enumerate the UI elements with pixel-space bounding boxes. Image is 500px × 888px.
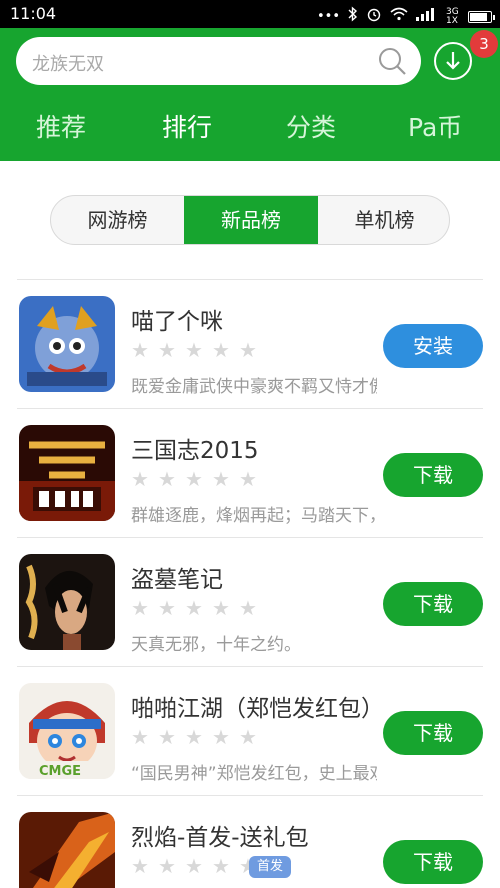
tab-ranking[interactable]: 排行: [162, 108, 212, 144]
rating-stars: ★ ★ ★ ★ ★: [131, 597, 261, 619]
segment-online-games[interactable]: 网游榜: [51, 196, 184, 244]
app-description: 既爱金庸武侠中豪爽不羁又恃才傲物的...: [131, 377, 377, 397]
segment-new-games[interactable]: 新品榜: [184, 196, 318, 244]
star-icon: ★: [185, 854, 203, 878]
star-icon: ★: [239, 596, 257, 620]
star-icon: ★: [239, 467, 257, 491]
download-button[interactable]: 下载: [383, 840, 483, 884]
download-button[interactable]: 下载: [383, 711, 483, 755]
list-item[interactable]: 烈焰-首发-送礼包 ★ ★ ★ ★ ★ 首发 下载: [17, 795, 483, 888]
install-button[interactable]: 安装: [383, 324, 483, 368]
app-name: 三国志2015: [131, 438, 259, 464]
status-icons: ••• 3G 1X: [316, 6, 495, 27]
ranking-segment-control: 网游榜 新品榜 单机榜: [50, 195, 450, 245]
download-icon: [446, 52, 460, 70]
app-name: 喵了个咪: [131, 309, 223, 335]
search-icon[interactable]: [377, 46, 407, 76]
star-icon: ★: [185, 725, 203, 749]
app-icon-daomubiji[interactable]: [19, 554, 115, 650]
search-bar[interactable]: 龙族无双: [16, 37, 421, 85]
rating-stars: ★ ★ ★ ★ ★: [131, 855, 261, 877]
star-icon: ★: [185, 596, 203, 620]
status-time: 11:04: [10, 4, 57, 23]
alarm-icon: [366, 6, 382, 27]
top-nav: 推荐 排行 分类 Pa币: [0, 108, 500, 148]
star-icon: ★: [131, 467, 149, 491]
cmge-logo: CMGE: [39, 764, 81, 779]
star-icon: ★: [158, 854, 176, 878]
star-icon: ★: [158, 338, 176, 362]
star-icon: ★: [212, 725, 230, 749]
app-description: 天真无邪，十年之约。: [131, 635, 301, 655]
app-header: 龙族无双 3 推荐 排行 分类 Pa币: [0, 28, 500, 161]
app-icon-sanguozhi2015[interactable]: [19, 425, 115, 521]
star-icon: ★: [158, 596, 176, 620]
network-type: 3G 1X: [446, 6, 459, 26]
app-icon-lieyan[interactable]: [19, 812, 115, 888]
star-icon: ★: [239, 725, 257, 749]
download-button[interactable]: 下载: [383, 453, 483, 497]
star-icon: ★: [158, 725, 176, 749]
star-icon: ★: [131, 725, 149, 749]
tab-category[interactable]: 分类: [286, 108, 336, 144]
tab-recommend[interactable]: 推荐: [36, 108, 86, 144]
star-icon: ★: [158, 467, 176, 491]
download-manager-button[interactable]: [434, 42, 472, 80]
app-description: 群雄逐鹿，烽烟再起；马踏天下，由你...: [131, 506, 377, 526]
star-icon: ★: [212, 467, 230, 491]
segment-single-player[interactable]: 单机榜: [318, 196, 449, 244]
list-item[interactable]: CMGE 啪啪江湖（郑恺发红包） ★ ★ ★ ★ ★ “国民男神”郑恺发红包，史上最欢乐…: [17, 666, 483, 795]
rating-stars: ★ ★ ★ ★ ★: [131, 339, 261, 361]
app-name: 啪啪江湖（郑恺发红包）: [131, 696, 384, 722]
status-bar: 11:04 ••• 3G 1X: [0, 0, 500, 28]
first-release-badge: 首发: [249, 856, 292, 878]
dots-icon: •••: [316, 8, 340, 24]
app-name: 盗墓笔记: [131, 567, 223, 593]
app-icon-miaoleigemi[interactable]: [19, 296, 115, 392]
wifi-icon: [390, 7, 408, 26]
star-icon: ★: [212, 338, 230, 362]
star-icon: ★: [185, 338, 203, 362]
download-button[interactable]: 下载: [383, 582, 483, 626]
star-icon: ★: [239, 338, 257, 362]
app-description: “国民男神”郑恺发红包，史上最欢乐武...: [131, 764, 377, 784]
app-icon-papajianghu[interactable]: CMGE: [19, 683, 115, 779]
battery-icon: [468, 10, 495, 23]
app-name: 烈焰-首发-送礼包: [131, 825, 309, 851]
download-count-badge: 3: [470, 30, 498, 58]
search-input[interactable]: 龙族无双: [32, 50, 104, 76]
rating-stars: ★ ★ ★ ★ ★: [131, 468, 261, 490]
star-icon: ★: [131, 854, 149, 878]
signal-icon: [416, 7, 438, 26]
star-icon: ★: [131, 596, 149, 620]
rating-stars: ★ ★ ★ ★ ★: [131, 726, 261, 748]
list-item[interactable]: 盗墓笔记 ★ ★ ★ ★ ★ 天真无邪，十年之约。 下载: [17, 537, 483, 666]
star-icon: ★: [185, 467, 203, 491]
list-item[interactable]: 喵了个咪 ★ ★ ★ ★ ★ 既爱金庸武侠中豪爽不羁又恃才傲物的... 安装: [17, 279, 483, 408]
star-icon: ★: [131, 338, 149, 362]
list-item[interactable]: 三国志2015 ★ ★ ★ ★ ★ 群雄逐鹿，烽烟再起；马踏天下，由你... 下载: [17, 408, 483, 537]
bluetooth-icon: [348, 6, 358, 27]
star-icon: ★: [212, 596, 230, 620]
star-icon: ★: [212, 854, 230, 878]
tab-pa-coin[interactable]: Pa币: [408, 108, 462, 144]
